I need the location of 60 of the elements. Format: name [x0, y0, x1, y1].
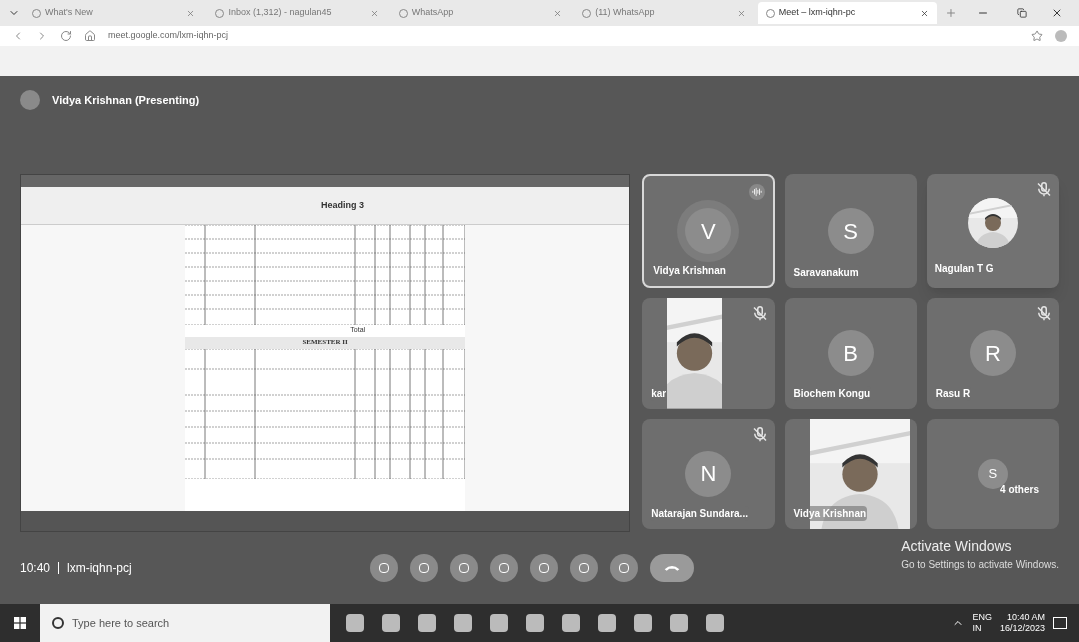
tab-title: (11) WhatsApp: [595, 6, 656, 20]
participant-tile[interactable]: R Rasu R: [926, 298, 1059, 409]
avatar: B: [827, 330, 874, 377]
search-field[interactable]: Type here to search: [40, 604, 330, 642]
browser-tab[interactable]: What's New: [23, 2, 204, 24]
meeting-code: lxm-iqhn-pcj: [67, 560, 132, 577]
leave-call-button[interactable]: [650, 554, 694, 582]
clock-date[interactable]: 16/12/2023: [999, 623, 1045, 635]
meeting-time: 10:40: [20, 560, 51, 577]
phone-icon: [664, 564, 680, 572]
participant-tile[interactable]: V Vidya Krishnan: [642, 174, 775, 289]
participant-name: Vidya Krishnan: [792, 506, 868, 521]
close-icon[interactable]: [1051, 7, 1063, 19]
control-button[interactable]: [410, 554, 438, 582]
participant-tile[interactable]: B Biochem Kongu: [784, 298, 917, 409]
audio-level-icon: [751, 187, 762, 197]
region-label[interactable]: IN: [972, 623, 992, 635]
browser-tab[interactable]: Meet – lxm-iqhn-pc: [757, 2, 938, 24]
home-icon[interactable]: [84, 30, 96, 42]
browser-tab[interactable]: (11) WhatsApp: [574, 2, 754, 24]
browser-tab[interactable]: Inbox (1,312) - nagulan45: [207, 2, 387, 24]
participant-name: 4 others: [1000, 483, 1039, 497]
windows-icon[interactable]: [14, 617, 26, 629]
search-icon: [52, 617, 64, 629]
participant-tile[interactable]: S 4 others: [926, 418, 1059, 529]
tab-title: Meet – lxm-iqhn-pc: [778, 6, 857, 20]
control-button[interactable]: [610, 554, 638, 582]
participant-tile[interactable]: N Natarajan Sundara...: [642, 418, 775, 529]
participant-tile[interactable]: S Saravanakum: [784, 174, 917, 289]
activation-text: Go to Settings to activate Windows.: [901, 558, 1059, 572]
new-tab-icon[interactable]: [945, 7, 958, 19]
tab-title: What's New: [44, 6, 94, 20]
control-button[interactable]: [370, 554, 398, 582]
notification-icon[interactable]: [1053, 617, 1067, 629]
control-button[interactable]: [450, 554, 478, 582]
control-button[interactable]: [570, 554, 598, 582]
restore-icon[interactable]: [1017, 8, 1027, 18]
tab-title: Inbox (1,312) - nagulan45: [228, 6, 333, 20]
participant-tile[interactable]: Vidya Krishnan: [784, 418, 917, 529]
control-button[interactable]: [490, 554, 518, 582]
clock-time[interactable]: 10:40 AM: [1006, 611, 1045, 623]
presenter-avatar: [20, 90, 40, 110]
control-button[interactable]: [530, 554, 558, 582]
tab-title: WhatsApp: [411, 6, 455, 20]
activation-title: Activate Windows: [901, 537, 1013, 556]
participant-name: Nagulan T G: [934, 262, 994, 277]
language-label[interactable]: ENG: [972, 611, 992, 623]
reload-icon[interactable]: [60, 30, 72, 42]
participant-name: Natarajan Sundara...: [650, 506, 749, 521]
floating-participant-tile[interactable]: Nagulan T G: [926, 174, 1059, 289]
browser-tab[interactable]: WhatsApp: [390, 2, 571, 24]
style-item[interactable]: Heading 3: [321, 198, 364, 213]
avatar: R: [969, 330, 1016, 377]
participant-tile[interactable]: kar: [642, 298, 775, 409]
close-icon[interactable]: [920, 8, 930, 18]
participant-name: Vidya Krishnan: [652, 263, 727, 279]
presenter-title: Vidya Krishnan (Presenting): [52, 92, 200, 108]
avatar: S: [827, 208, 874, 255]
avatar: N: [685, 450, 732, 497]
star-icon[interactable]: [1031, 30, 1043, 42]
